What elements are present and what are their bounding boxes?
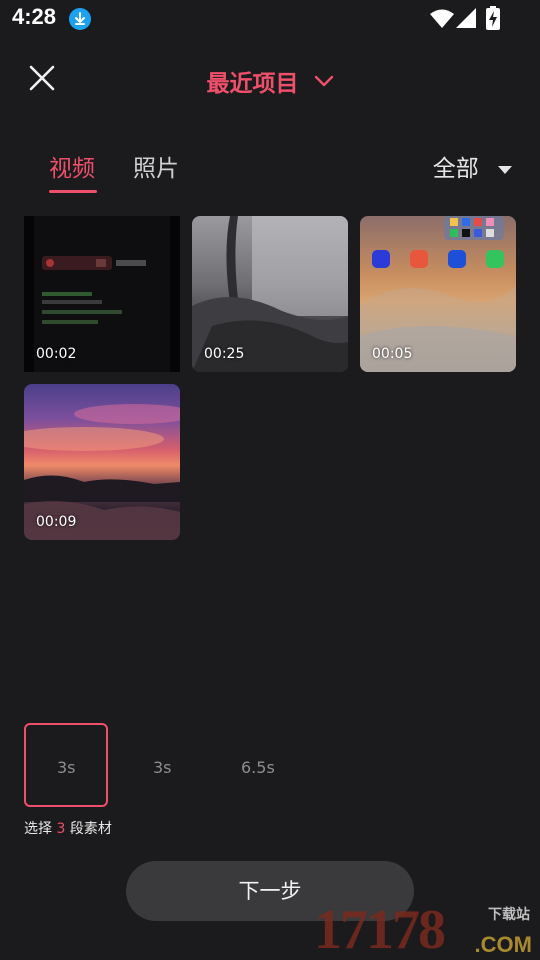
- chevron-down-icon: [314, 75, 333, 87]
- selection-caption-prefix: 选择: [24, 821, 52, 837]
- wifi-icon: [430, 9, 454, 28]
- media-thumbnail[interactable]: 00:25: [192, 216, 348, 372]
- clip-slot-duration[interactable]: 3s: [153, 758, 172, 777]
- tab-video[interactable]: 视频: [49, 149, 95, 183]
- video-duration: 00:25: [204, 346, 245, 362]
- media-thumbnail[interactable]: 00:09: [24, 384, 180, 540]
- download-icon: [69, 8, 91, 30]
- video-duration: 00:02: [36, 346, 77, 362]
- filter-label: 全部: [432, 156, 479, 182]
- project-selector[interactable]: 最近项目: [0, 64, 540, 98]
- media-thumbnail[interactable]: 00:02: [24, 216, 180, 372]
- watermark-domain: .COM: [474, 932, 532, 957]
- clip-slot-duration[interactable]: 6.5s: [241, 758, 275, 777]
- selection-caption: 选择 3 段素材: [24, 818, 112, 838]
- tab-photo[interactable]: 照片: [133, 149, 179, 183]
- status-bar: 4:28: [0, 0, 540, 38]
- watermark-number: 17178: [314, 899, 446, 960]
- selection-count: 3: [56, 821, 66, 837]
- filter-dropdown[interactable]: 全部: [433, 149, 512, 183]
- site-watermark: 17178 下载站 .COM: [314, 900, 534, 960]
- caret-down-icon: [498, 165, 512, 174]
- video-duration: 00:05: [372, 346, 413, 362]
- signal-icon: [456, 8, 476, 28]
- battery-charging-icon: [486, 6, 500, 30]
- active-tab-indicator: [49, 190, 97, 193]
- watermark-cn: 下载站: [488, 907, 530, 923]
- media-thumbnail[interactable]: 00:05: [360, 216, 516, 372]
- selection-caption-suffix: 段素材: [69, 821, 112, 837]
- video-duration: 00:09: [36, 514, 77, 530]
- media-picker-screen: 4:28 最近项目 视频 照片 全部 00:02 00:25 00:05 00:…: [0, 0, 540, 960]
- clip-slot-duration: 3s: [57, 758, 76, 777]
- page-title: 最近项目: [206, 71, 299, 97]
- status-time: 4:28: [12, 4, 57, 29]
